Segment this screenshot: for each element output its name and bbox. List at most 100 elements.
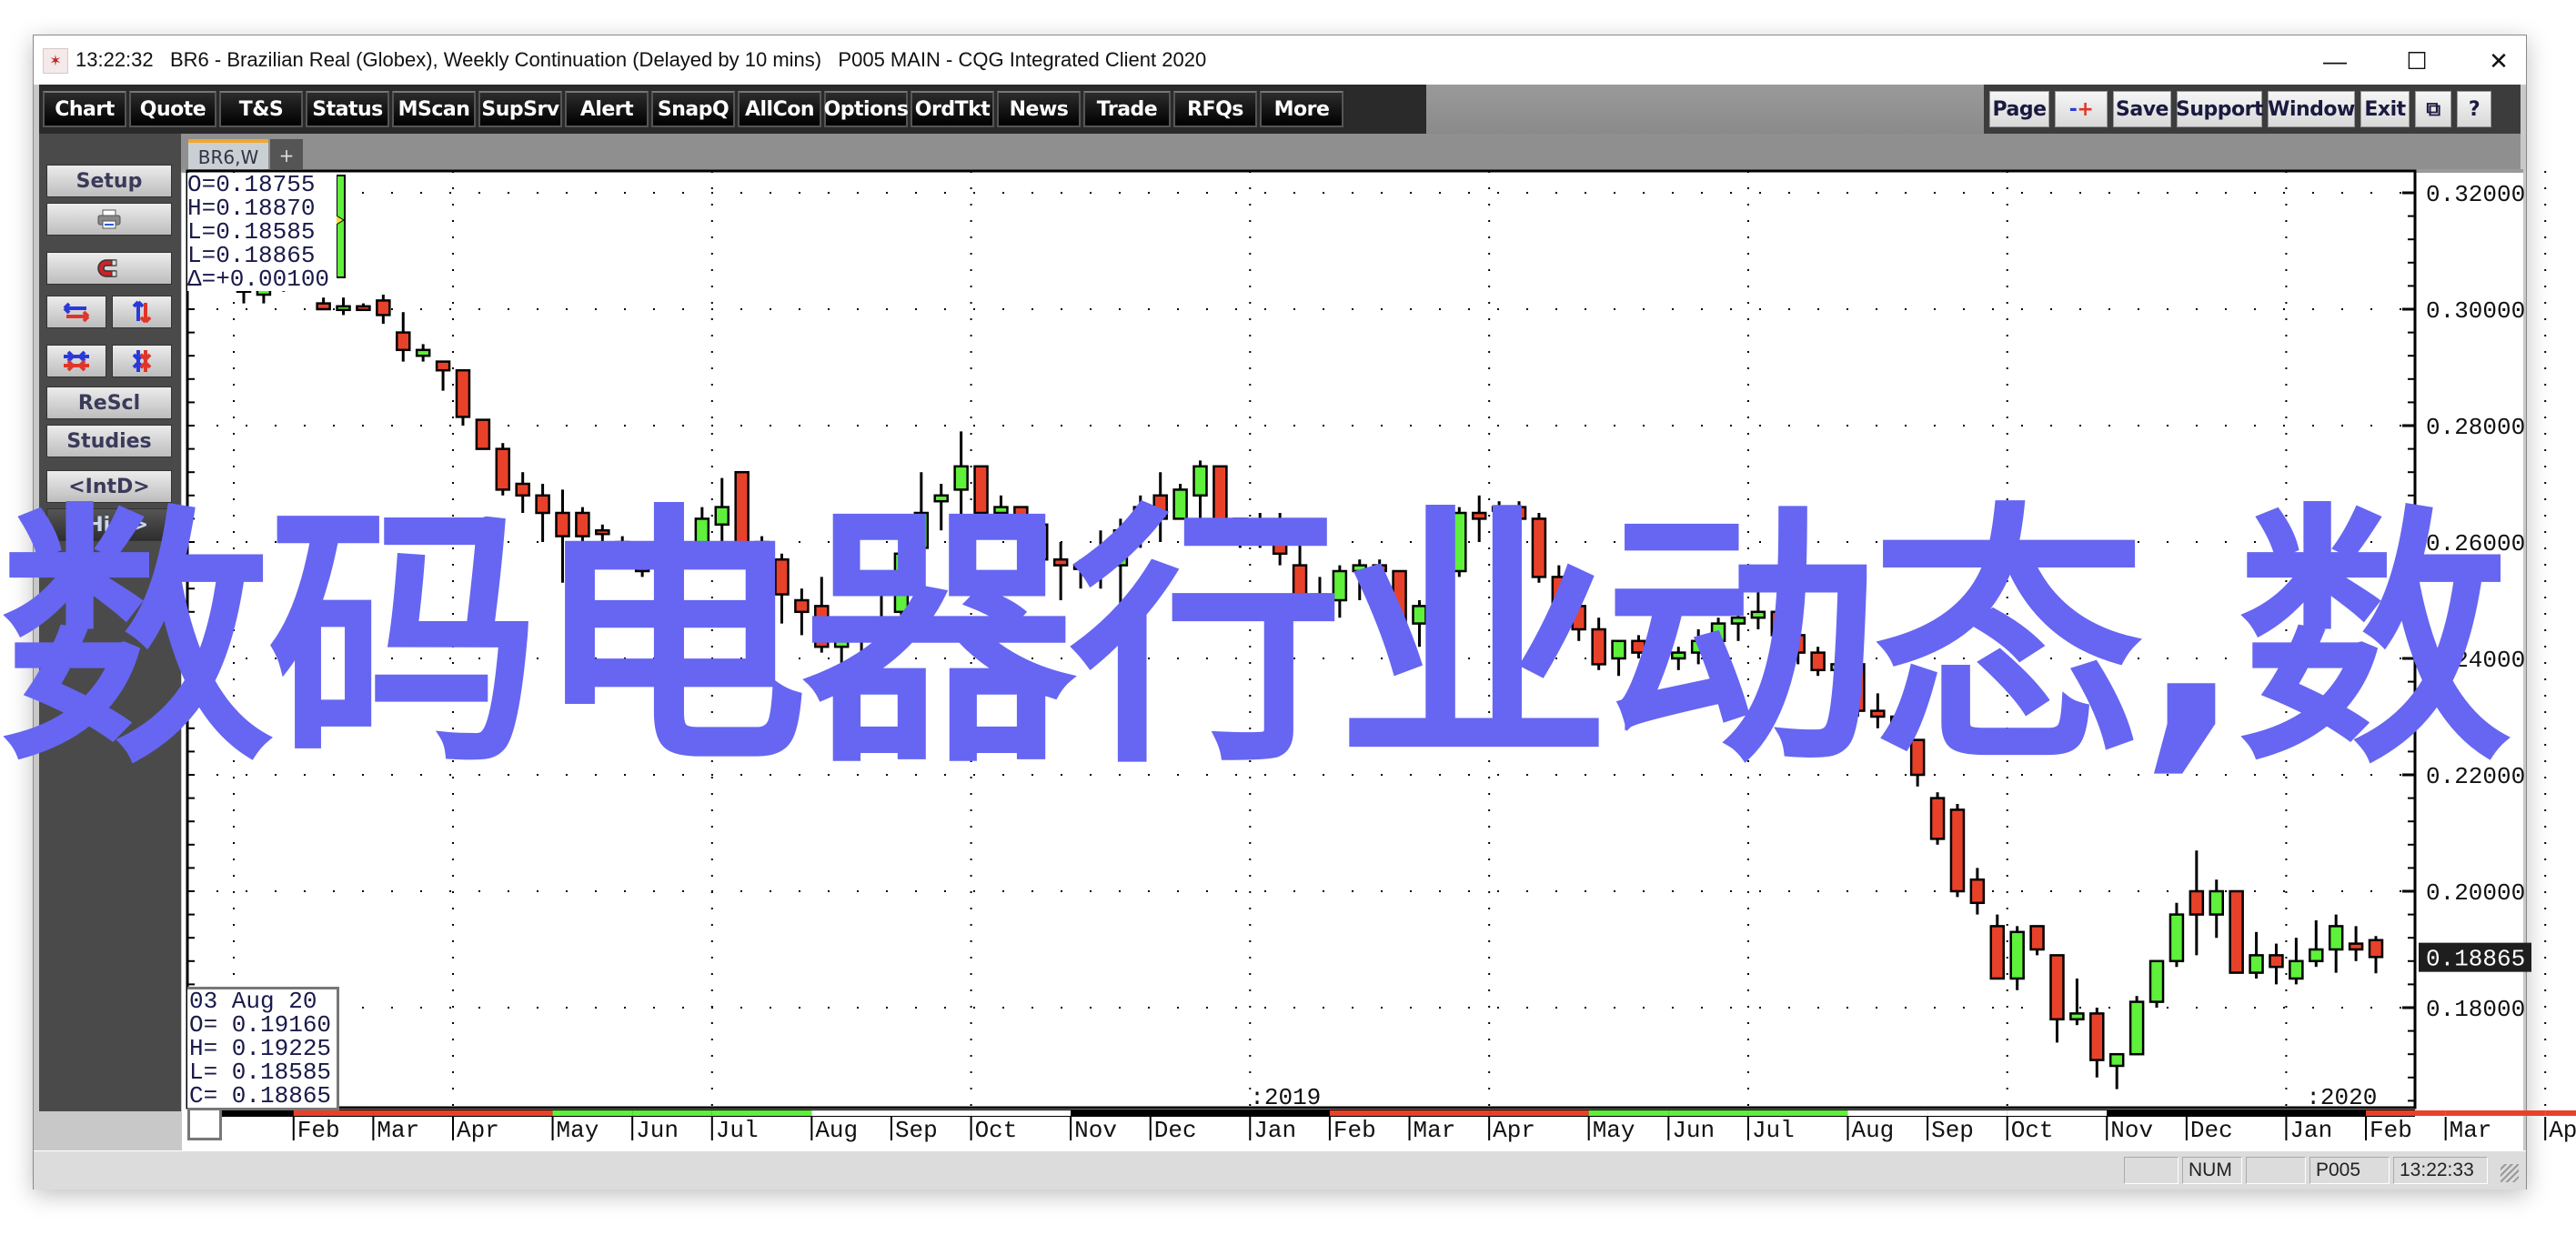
candle-up [2009, 930, 2025, 980]
month-label: Aug [1851, 1117, 1894, 1144]
month-label: Apr [2549, 1117, 2576, 1144]
month-label: Mar [377, 1117, 419, 1144]
candle-up [336, 305, 351, 312]
month-label: Oct [2011, 1117, 2054, 1144]
candle-down [1989, 925, 2006, 980]
month-label: Feb [1333, 1117, 1376, 1144]
candle-down [2229, 889, 2244, 974]
last-price-label: 0.18865 [2426, 946, 2525, 973]
month-label: May [557, 1117, 599, 1144]
candle-down [396, 331, 411, 352]
quarter-strip-segment [2286, 1110, 2367, 1116]
month-label: Feb [297, 1117, 340, 1144]
quarter-strip-segment [1071, 1110, 1151, 1116]
candle-up [2309, 948, 2324, 963]
month-label: Sep [1931, 1117, 1974, 1144]
current-bar-indicator [336, 175, 346, 278]
year-label: :2019 [1250, 1084, 1321, 1111]
quarter-strip-segment [2107, 1110, 2187, 1116]
month-label: Apr [1493, 1117, 1535, 1144]
month-label: May [1593, 1117, 1635, 1144]
quarter-strip-segment [552, 1110, 633, 1116]
quarter-strip-segment [1489, 1110, 1589, 1116]
candle-down [2348, 942, 2364, 951]
month-label: Mar [2450, 1117, 2492, 1144]
candle-down [2029, 925, 2045, 951]
candle-up [415, 348, 431, 357]
candle-down [455, 368, 471, 418]
candle-down [1929, 797, 1946, 840]
month-label: Aug [815, 1117, 858, 1144]
candle-down [1949, 808, 1966, 893]
y-tick-label: 0.30000 [2426, 297, 2525, 325]
quarter-strip-segment [2545, 1110, 2576, 1116]
chart-corner-box[interactable] [187, 1108, 222, 1140]
candle-up [2128, 1000, 2145, 1056]
y-tick-label: 0.32000 [2426, 181, 2525, 208]
month-label: Jun [636, 1117, 679, 1144]
quarter-strip-segment [373, 1110, 454, 1116]
y-tick-label: 0.20000 [2426, 879, 2525, 907]
candle-up [2069, 1012, 2085, 1021]
month-label: Jan [2289, 1117, 2332, 1144]
quarter-strip-segment [1588, 1110, 1669, 1116]
quarter-strip-segment [2007, 1110, 2108, 1116]
quarter-strip-segment [711, 1110, 812, 1116]
quarter-strip-segment [1747, 1110, 1848, 1116]
month-label: Dec [1154, 1117, 1197, 1144]
month-label: Dec [2190, 1117, 2233, 1144]
candle-up [2328, 925, 2344, 951]
month-label: Oct [975, 1117, 1018, 1144]
candle-down [2189, 889, 2205, 916]
candle-up [2108, 1052, 2125, 1068]
quarter-strip-segment [2186, 1110, 2287, 1116]
y-tick-label: 0.18000 [2426, 996, 2525, 1023]
year-label: :2020 [2306, 1084, 2377, 1111]
quarter-strip-segment [453, 1110, 553, 1116]
candle-down [2049, 954, 2065, 1021]
cursor-ohlc-readout: O=0.18755 H=0.18870 L=0.18585 L=0.18865 … [187, 173, 337, 291]
candle-down [475, 418, 491, 450]
quarter-strip-segment [1668, 1110, 1748, 1116]
month-label: Mar [1414, 1117, 1456, 1144]
cursor-low: L=0.18585 [187, 218, 316, 246]
quarter-strip-segment [1250, 1110, 1330, 1116]
cursor-last: L=0.18865 [187, 242, 316, 269]
quarter-strip-segment [1150, 1110, 1251, 1116]
quarter-strip-segment [2366, 1110, 2446, 1116]
bar-open: O= 0.19160 [189, 1011, 332, 1039]
candle-down [2269, 954, 2284, 969]
candle-up [2289, 959, 2304, 980]
candle-down [1969, 878, 1986, 905]
cursor-delta: Δ=+0.00100 [187, 266, 330, 293]
quarter-strip-segment [1409, 1110, 1490, 1116]
month-label: Nov [1074, 1117, 1117, 1144]
candle-down [435, 360, 451, 372]
month-label: Jan [1253, 1117, 1296, 1144]
bar-ohlc-readout: 03 Aug 20 O= 0.19160 H= 0.19225 L= 0.185… [187, 987, 339, 1110]
watermark-overlay-text: 数码电器行业动态,数 [0, 482, 2511, 799]
candle-down [316, 302, 331, 311]
y-tick-label: 0.28000 [2426, 414, 2525, 441]
quarter-strip-segment [811, 1110, 891, 1116]
bar-low: L= 0.18585 [189, 1059, 332, 1086]
bar-close: C= 0.18865 [189, 1082, 332, 1109]
quarter-strip-segment [1927, 1110, 2007, 1116]
quarter-strip-segment [891, 1110, 971, 1116]
quarter-strip-segment [1329, 1110, 1410, 1116]
quarter-strip-segment [971, 1110, 1072, 1116]
candle-down [2089, 1012, 2105, 1061]
candle-down [356, 305, 371, 312]
candle-down [376, 299, 391, 316]
month-label: Apr [457, 1117, 499, 1144]
candle-up [2209, 889, 2224, 916]
quarter-strip-segment [2445, 1110, 2546, 1116]
month-label: Jul [1752, 1117, 1795, 1144]
cursor-high: H=0.18870 [187, 195, 316, 222]
quarter-strip-segment [293, 1110, 374, 1116]
month-label: Sep [895, 1117, 938, 1144]
quarter-strip-segment [1847, 1110, 1928, 1116]
month-label: Jun [1672, 1117, 1715, 1144]
month-label: Feb [2370, 1117, 2412, 1144]
candle-down [2368, 939, 2384, 959]
